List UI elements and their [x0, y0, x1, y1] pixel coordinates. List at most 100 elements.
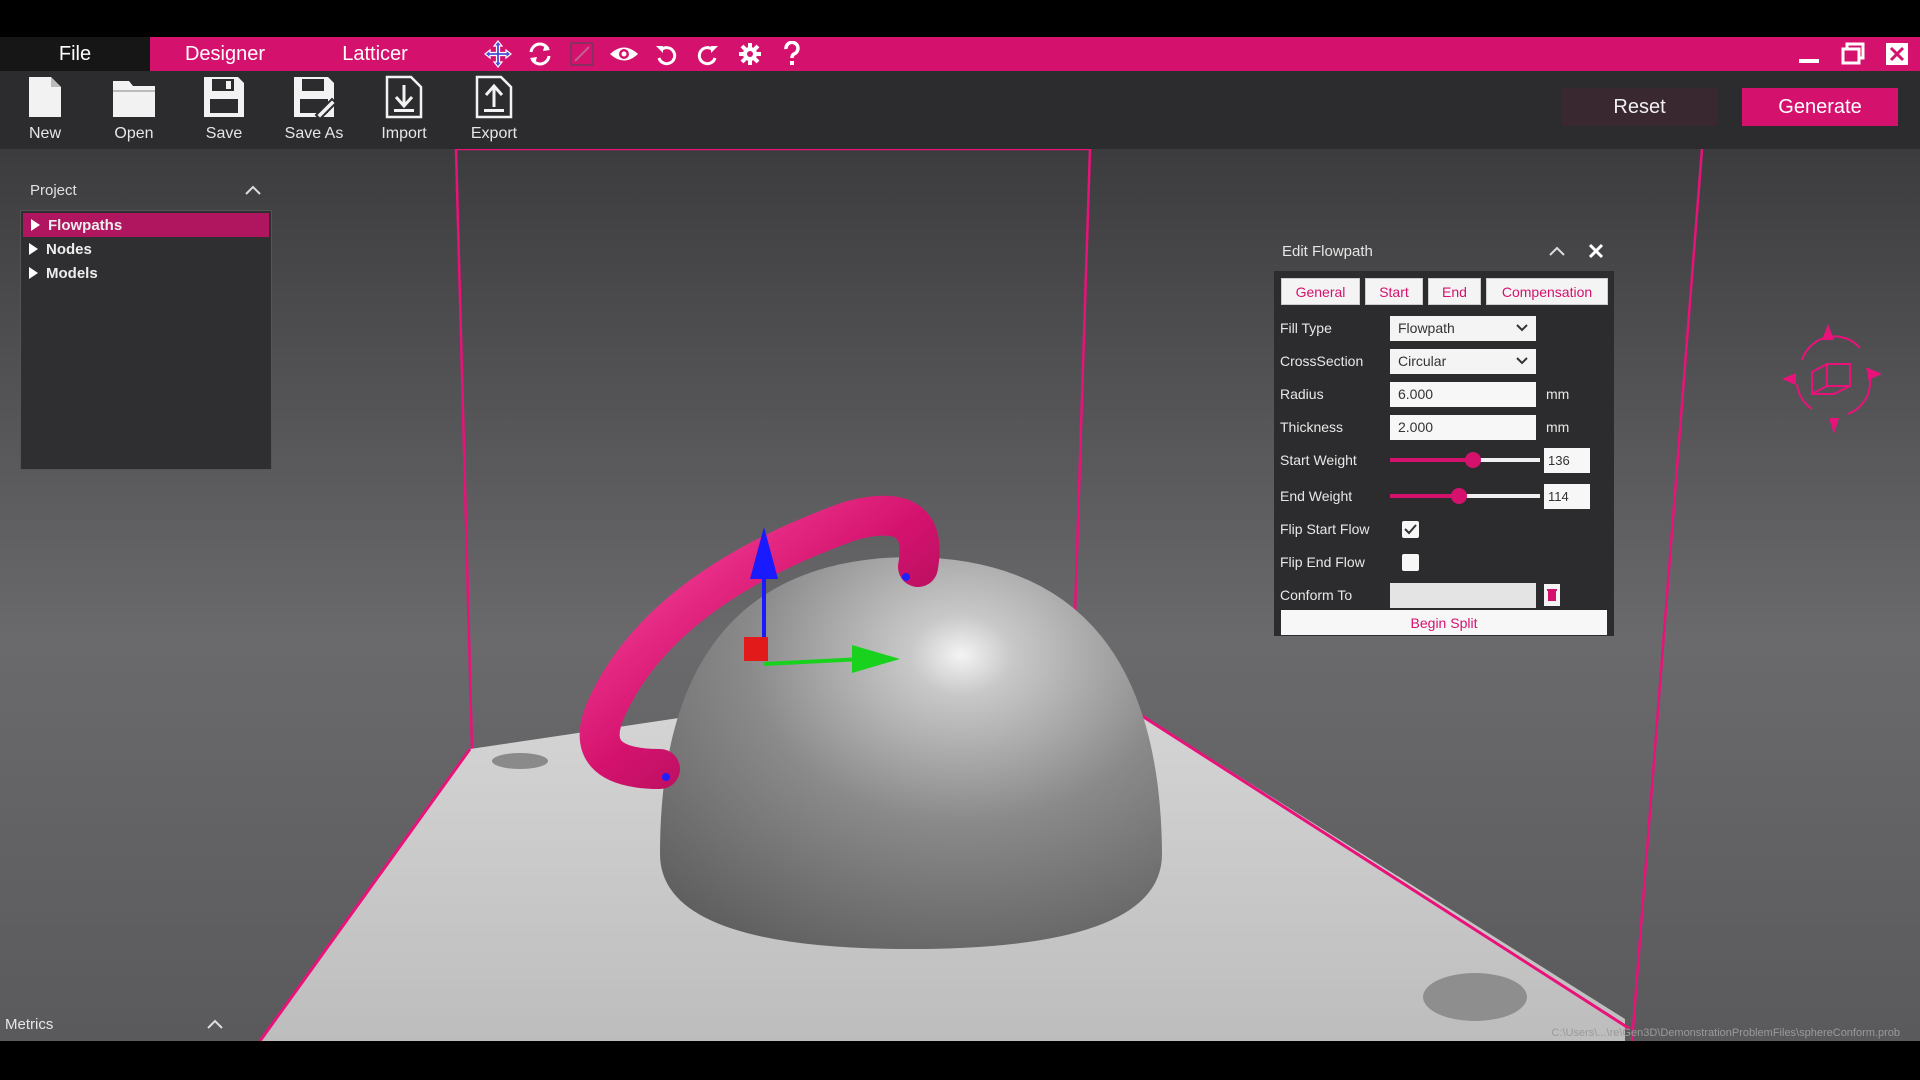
cross-section-row: CrossSection Circular — [1280, 348, 1610, 374]
view-cube-icon[interactable] — [1782, 324, 1882, 434]
export-icon — [475, 75, 513, 119]
chevron-up-icon[interactable] — [206, 1018, 224, 1030]
conform-to-input[interactable] — [1390, 582, 1536, 608]
chevron-down-icon — [1516, 357, 1528, 365]
scene-canvas — [0, 149, 1920, 1041]
save-as-button[interactable]: Save As — [272, 75, 356, 147]
tab-compensation[interactable]: Compensation — [1486, 278, 1608, 305]
scale-icon[interactable] — [566, 39, 598, 69]
minimize-icon[interactable] — [1796, 41, 1822, 67]
begin-split-button[interactable]: Begin Split — [1281, 610, 1607, 635]
end-weight-slider[interactable] — [1390, 488, 1540, 504]
project-panel: Project Flowpaths Nodes Models — [20, 170, 272, 470]
floppy-icon — [204, 77, 244, 117]
end-weight-label: End Weight — [1280, 488, 1353, 504]
tab-start[interactable]: Start — [1365, 278, 1423, 305]
redo-icon[interactable] — [692, 39, 724, 69]
fill-type-value: Flowpath — [1398, 320, 1455, 336]
tool-icons — [482, 37, 808, 71]
plate-hole — [1423, 973, 1527, 1021]
flip-start-flow-label: Flip Start Flow — [1280, 521, 1370, 537]
metrics-title: Metrics — [5, 1015, 54, 1033]
fill-type-label: Fill Type — [1280, 320, 1332, 336]
checkmark-icon — [1404, 523, 1417, 534]
radius-unit: mm — [1546, 386, 1570, 402]
end-weight-input[interactable]: 114 — [1544, 483, 1590, 509]
import-button[interactable]: Import — [362, 75, 446, 147]
window-controls — [1796, 37, 1910, 71]
close-icon[interactable] — [1588, 243, 1604, 259]
tree-item-flowpaths[interactable]: Flowpaths — [23, 213, 269, 237]
thickness-unit: mm — [1546, 419, 1570, 435]
3d-viewport[interactable] — [0, 149, 1920, 1041]
edit-flowpath-panel: Edit Flowpath General Start End Compensa… — [1274, 235, 1614, 640]
tree-item-models[interactable]: Models — [21, 261, 271, 285]
rotate-icon[interactable] — [524, 39, 556, 69]
new-label: New — [28, 125, 61, 142]
menu-file[interactable]: File — [0, 37, 150, 71]
generate-button[interactable]: Generate — [1742, 88, 1898, 126]
project-header[interactable]: Project — [20, 170, 272, 210]
open-label: Open — [114, 125, 154, 142]
menu-latticer[interactable]: Latticer — [300, 37, 450, 71]
app-window: File Designer Latticer New Open Save Sav… — [0, 0, 1920, 1080]
start-weight-input[interactable]: 136 — [1544, 447, 1590, 473]
undo-icon[interactable] — [650, 39, 682, 69]
reset-button[interactable]: Reset — [1562, 88, 1717, 126]
help-icon[interactable] — [776, 39, 808, 69]
thickness-input[interactable]: 2.000 — [1390, 414, 1536, 440]
export-button[interactable]: Export — [452, 75, 536, 147]
floppy-edit-icon — [294, 77, 336, 119]
close-icon[interactable] — [1884, 41, 1910, 67]
expand-arrow-icon[interactable] — [29, 267, 38, 279]
edit-flowpath-header: Edit Flowpath — [1274, 235, 1614, 267]
chevron-up-icon[interactable] — [1548, 245, 1566, 257]
radius-label: Radius — [1280, 386, 1324, 402]
edit-flowpath-title: Edit Flowpath — [1282, 242, 1373, 260]
start-weight-slider[interactable] — [1390, 452, 1540, 468]
restore-icon[interactable] — [1840, 41, 1866, 67]
fill-type-row: Fill Type Flowpath — [1280, 315, 1610, 341]
cross-section-label: CrossSection — [1280, 353, 1364, 369]
radius-input[interactable]: 6.000 — [1390, 381, 1536, 407]
tab-bar: General Start End Compensation — [1281, 278, 1608, 305]
tab-general[interactable]: General — [1281, 278, 1360, 305]
eye-icon[interactable] — [608, 39, 640, 69]
end-weight-slider-fill — [1390, 494, 1459, 498]
file-path-status: C:\Users\...\re\Gen3D\DemonstrationProbl… — [1551, 1027, 1900, 1039]
conform-to-label: Conform To — [1280, 587, 1353, 603]
flip-start-flow-checkbox[interactable] — [1402, 520, 1419, 538]
thickness-label: Thickness — [1280, 419, 1344, 435]
tree-item-nodes[interactable]: Nodes — [21, 237, 271, 261]
flip-start-flow-row: Flip Start Flow — [1280, 516, 1610, 542]
metrics-panel-header[interactable]: Metrics — [0, 1007, 230, 1041]
tab-end[interactable]: End — [1428, 278, 1481, 305]
import-icon — [385, 75, 423, 119]
start-weight-slider-thumb[interactable] — [1464, 452, 1481, 468]
end-weight-slider-thumb[interactable] — [1451, 488, 1467, 504]
flip-end-flow-label: Flip End Flow — [1280, 554, 1365, 570]
flip-end-flow-checkbox[interactable] — [1402, 553, 1419, 571]
expand-arrow-icon[interactable] — [29, 243, 38, 255]
new-button[interactable]: New — [3, 75, 87, 147]
gear-icon[interactable] — [734, 39, 766, 69]
chevron-down-icon — [1516, 324, 1528, 332]
move-icon[interactable] — [482, 39, 514, 69]
project-title: Project — [30, 181, 77, 199]
save-as-label: Save As — [284, 125, 344, 142]
start-weight-row: Start Weight 136 — [1280, 447, 1610, 473]
menu-designer[interactable]: Designer — [150, 37, 300, 71]
chevron-up-icon[interactable] — [244, 184, 262, 196]
edit-flowpath-body: General Start End Compensation Fill Type… — [1274, 271, 1614, 636]
cross-section-value: Circular — [1398, 353, 1447, 369]
export-label: Export — [470, 125, 518, 142]
cross-section-select[interactable]: Circular — [1390, 348, 1536, 374]
open-button[interactable]: Open — [92, 75, 176, 147]
project-tree: Flowpaths Nodes Models — [20, 210, 272, 470]
fill-type-select[interactable]: Flowpath — [1390, 315, 1536, 341]
trash-icon[interactable] — [1544, 584, 1560, 606]
expand-arrow-icon[interactable] — [31, 219, 40, 231]
plate-hole — [492, 753, 548, 769]
save-button[interactable]: Save — [182, 75, 266, 147]
tree-item-label: Flowpaths — [48, 216, 123, 234]
